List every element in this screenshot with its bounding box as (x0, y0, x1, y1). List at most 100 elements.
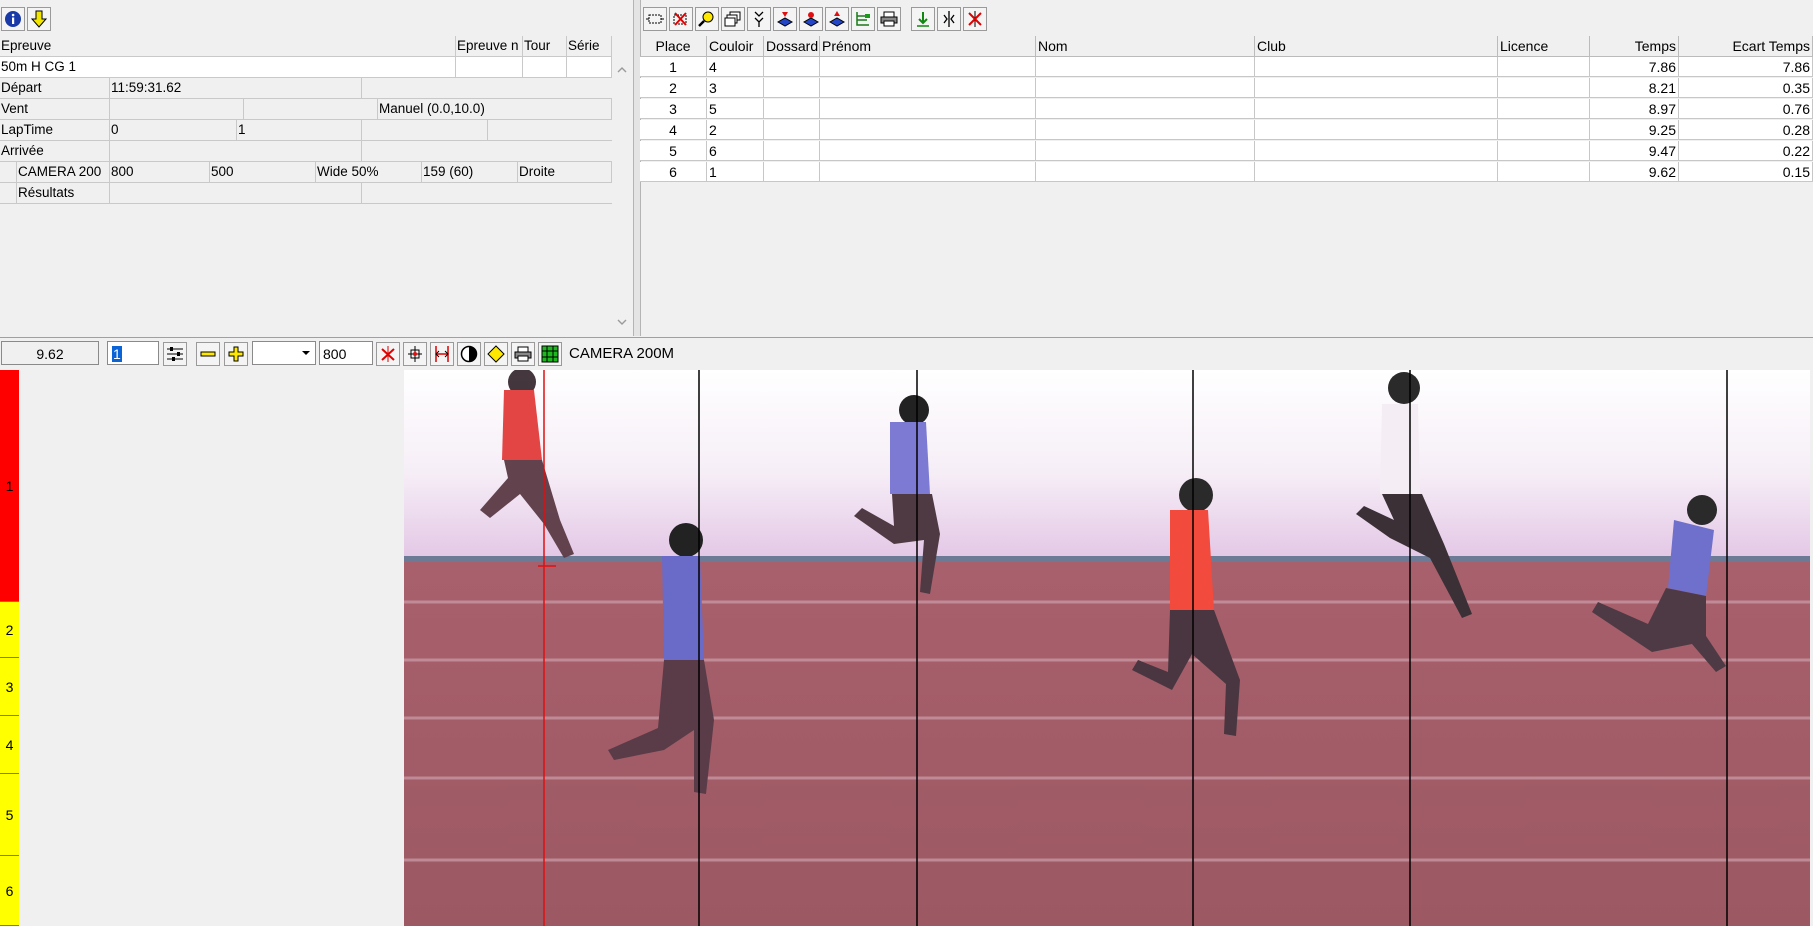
result-cell-place[interactable]: 3 (640, 99, 707, 119)
arrivee-value[interactable] (110, 141, 362, 161)
result-cell-couloir[interactable]: 4 (707, 57, 764, 77)
frame-input[interactable]: 1 (107, 341, 159, 365)
column-header-nom[interactable]: Nom (1036, 36, 1255, 57)
split-icon[interactable] (937, 7, 961, 31)
camera-value-1[interactable]: 800 (110, 162, 210, 182)
result-cell-temps[interactable]: 9.25 (1590, 120, 1679, 140)
camera-frames[interactable]: 159 (60) (422, 162, 518, 182)
result-cell-club[interactable] (1255, 57, 1498, 77)
laptime-cell-3[interactable] (362, 120, 488, 140)
result-cell-ecart[interactable]: 0.15 (1679, 162, 1813, 182)
result-cell-place[interactable]: 6 (640, 162, 707, 182)
result-cell-dossard[interactable] (764, 78, 820, 98)
result-cell-licence[interactable] (1498, 120, 1590, 140)
resultats-row[interactable]: Résultats (0, 183, 612, 204)
settings-sliders-icon[interactable] (163, 342, 187, 366)
result-cell-ecart[interactable]: 0.22 (1679, 141, 1813, 161)
result-cell-temps[interactable]: 9.47 (1590, 141, 1679, 161)
result-cell-club[interactable] (1255, 141, 1498, 161)
result-cell-licence[interactable] (1498, 141, 1590, 161)
camera-side[interactable]: Droite (518, 162, 612, 182)
select-area-icon[interactable] (643, 7, 667, 31)
export-icon[interactable] (799, 7, 823, 31)
down-arrow-icon[interactable] (27, 7, 51, 31)
serie-cell[interactable] (567, 57, 612, 77)
vent-cell-2[interactable] (244, 99, 378, 119)
lane-marker-6[interactable]: 6 (0, 856, 19, 926)
event-number-cell[interactable] (456, 57, 523, 77)
photo-finish-image[interactable] (404, 370, 1810, 926)
resultats-value[interactable] (110, 183, 362, 203)
result-cell-prenom[interactable] (820, 57, 1036, 77)
tour-cell[interactable] (523, 57, 567, 77)
result-cell-couloir[interactable]: 1 (707, 162, 764, 182)
contrast-icon[interactable] (457, 342, 481, 366)
result-cell-club[interactable] (1255, 162, 1498, 182)
result-cell-temps[interactable]: 8.21 (1590, 78, 1679, 98)
event-name[interactable]: 50m H CG 1 (0, 57, 456, 77)
brightness-icon[interactable] (484, 342, 508, 366)
lane-marker-1[interactable]: 1 (0, 370, 19, 602)
result-cell-ecart[interactable]: 0.28 (1679, 120, 1813, 140)
print-photo-icon[interactable] (511, 342, 535, 366)
column-header-licence[interactable]: Licence (1498, 36, 1590, 57)
vent-value[interactable]: Manuel (0.0,10.0) (378, 99, 612, 119)
scroll-down-icon[interactable] (617, 314, 627, 329)
result-cell-dossard[interactable] (764, 120, 820, 140)
lane-marker-4[interactable]: 4 (0, 716, 19, 774)
column-header-temps[interactable]: Temps (1590, 36, 1679, 57)
result-cell-club[interactable] (1255, 99, 1498, 119)
grid-icon[interactable] (538, 342, 562, 366)
result-cell-dossard[interactable] (764, 99, 820, 119)
result-cell-couloir[interactable]: 6 (707, 141, 764, 161)
zoom-in-icon[interactable] (224, 342, 248, 366)
scroll-up-icon[interactable] (617, 62, 627, 77)
result-cell-nom[interactable] (1036, 120, 1255, 140)
result-cell-couloir[interactable]: 2 (707, 120, 764, 140)
info-icon[interactable] (1, 7, 25, 31)
event-row[interactable]: 50m H CG 1 (0, 57, 612, 78)
lane-assign-icon[interactable] (403, 342, 427, 366)
result-cell-temps[interactable]: 8.97 (1590, 99, 1679, 119)
column-header-club[interactable]: Club (1255, 36, 1498, 57)
result-cell-couloir[interactable]: 3 (707, 78, 764, 98)
result-cell-temps[interactable]: 7.86 (1590, 57, 1679, 77)
result-cell-place[interactable]: 1 (640, 57, 707, 77)
result-cell-licence[interactable] (1498, 57, 1590, 77)
result-cell-nom[interactable] (1036, 162, 1255, 182)
import-icon[interactable] (773, 7, 797, 31)
camera-wide[interactable]: Wide 50% (316, 162, 422, 182)
result-cell-prenom[interactable] (820, 141, 1036, 161)
column-header-ecart[interactable]: Ecart Temps (1679, 36, 1813, 57)
vent-cell-1[interactable] (110, 99, 244, 119)
copy-windows-icon[interactable] (721, 7, 745, 31)
result-cell-prenom[interactable] (820, 99, 1036, 119)
result-cell-prenom[interactable] (820, 120, 1036, 140)
result-cell-club[interactable] (1255, 78, 1498, 98)
column-header-dossard[interactable]: Dossard (764, 36, 820, 57)
result-cell-place[interactable]: 2 (640, 78, 707, 98)
search-icon[interactable] (695, 7, 719, 31)
camera-value-2[interactable]: 500 (210, 162, 316, 182)
result-cell-prenom[interactable] (820, 162, 1036, 182)
lane-marker-3[interactable]: 3 (0, 658, 19, 716)
result-cell-ecart[interactable]: 0.76 (1679, 99, 1813, 119)
result-cell-licence[interactable] (1498, 99, 1590, 119)
lane-marker-5[interactable]: 5 (0, 774, 19, 856)
result-cell-nom[interactable] (1036, 99, 1255, 119)
camera-name[interactable]: CAMERA 200 (17, 162, 110, 182)
info-scrollbar[interactable] (614, 52, 630, 332)
result-cell-dossard[interactable] (764, 162, 820, 182)
column-header-couloir[interactable]: Couloir (707, 36, 764, 57)
cancel-split-icon[interactable] (963, 7, 987, 31)
laptime-value-1[interactable]: 0 (110, 120, 237, 140)
result-cell-temps[interactable]: 9.62 (1590, 162, 1679, 182)
result-cell-ecart[interactable]: 7.86 (1679, 57, 1813, 77)
camera-row[interactable]: CAMERA 200 800 500 Wide 50% 159 (60) Dro… (0, 162, 612, 183)
result-cell-licence[interactable] (1498, 78, 1590, 98)
delete-mark-icon[interactable] (376, 342, 400, 366)
zoom-dropdown[interactable] (252, 341, 316, 365)
result-cell-place[interactable]: 5 (640, 141, 707, 161)
zoom-out-icon[interactable] (196, 342, 220, 366)
result-cell-club[interactable] (1255, 120, 1498, 140)
